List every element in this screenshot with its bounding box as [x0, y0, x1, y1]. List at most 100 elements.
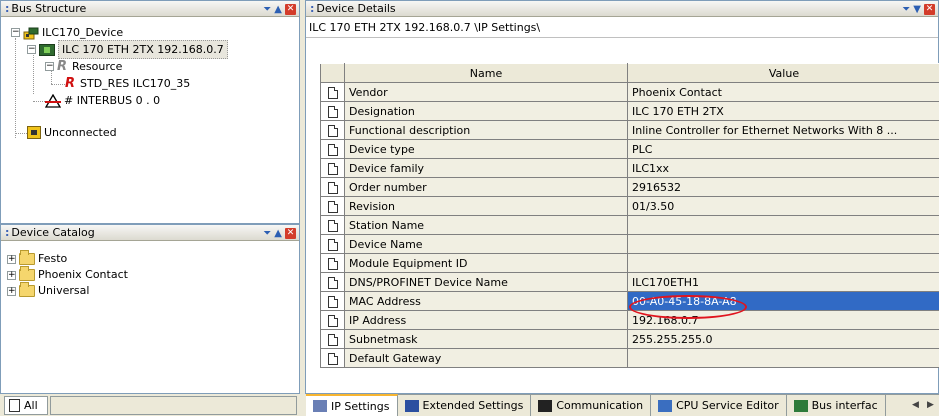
- tab-bus-interfac[interactable]: Bus interfac: [787, 395, 886, 416]
- collapse-icon[interactable]: −: [45, 62, 54, 71]
- table-row[interactable]: Functional description Inline Controller …: [320, 120, 939, 140]
- table-row[interactable]: Vendor Phoenix Contact: [320, 82, 939, 102]
- resource-icon: R: [57, 59, 68, 74]
- property-name: Device Name: [344, 234, 628, 254]
- device-details-title-bar: : Device Details ⏷ ▼ ✕: [306, 1, 938, 17]
- scroll-left-icon[interactable]: ◀: [909, 399, 922, 412]
- catalog-filter-field[interactable]: [50, 396, 297, 415]
- extended-settings-icon: [404, 399, 419, 412]
- property-value[interactable]: 255.255.255.0: [627, 329, 939, 349]
- catalog-item-festo[interactable]: + Festo: [7, 250, 67, 267]
- scroll-right-icon[interactable]: ▶: [924, 399, 937, 412]
- property-icon-cell: [320, 348, 345, 368]
- table-row[interactable]: IP Address 192.168.0.7: [320, 310, 939, 330]
- property-value[interactable]: ILC170ETH1: [627, 272, 939, 292]
- pin-icon[interactable]: ⏷: [263, 2, 271, 17]
- property-value[interactable]: 192.168.0.7: [627, 310, 939, 330]
- tree-item-label: STD_RES ILC170_35: [80, 77, 191, 90]
- document-icon: [327, 181, 338, 194]
- property-value[interactable]: [627, 234, 939, 254]
- tab-extended-settings[interactable]: Extended Settings: [398, 395, 532, 416]
- table-row[interactable]: Module Equipment ID: [320, 253, 939, 273]
- document-icon: [327, 162, 338, 175]
- table-row[interactable]: Station Name: [320, 215, 939, 235]
- collapse-icon[interactable]: −: [27, 45, 36, 54]
- catalog-item-universal[interactable]: + Universal: [7, 282, 89, 299]
- property-icon-cell: [320, 120, 345, 140]
- folder-icon: [19, 250, 35, 265]
- tree-item-controller[interactable]: − ILC 170 ETH 2TX 192.168.0.7: [27, 40, 228, 59]
- arrow-up-icon[interactable]: ▲: [274, 2, 282, 17]
- bus-structure-title-bar: : Bus Structure ⏷ ▲ ✕: [1, 1, 299, 17]
- table-row[interactable]: DNS/PROFINET Device Name ILC170ETH1: [320, 272, 939, 292]
- property-value[interactable]: [627, 215, 939, 235]
- value-column-header[interactable]: Value: [627, 63, 939, 83]
- property-value[interactable]: [627, 348, 939, 368]
- close-icon[interactable]: ✕: [285, 228, 296, 239]
- tab-label: IP Settings: [331, 399, 390, 413]
- property-value[interactable]: 01/3.50: [627, 196, 939, 216]
- expand-icon[interactable]: +: [7, 270, 16, 280]
- pin-icon[interactable]: ⏷: [263, 226, 271, 241]
- property-value[interactable]: Inline Controller for Ethernet Networks …: [627, 120, 939, 140]
- table-header-row: Name Value: [320, 63, 939, 83]
- arrow-up-icon[interactable]: ▲: [274, 226, 282, 241]
- property-value[interactable]: 2916532: [627, 177, 939, 197]
- table-row[interactable]: Subnetmask 255.255.255.0: [320, 329, 939, 349]
- tree-item-label: Unconnected: [44, 126, 117, 139]
- folder-icon: [19, 266, 35, 281]
- tree-item-unconnected[interactable]: Unconnected: [27, 124, 117, 141]
- catalog-item-phoenix[interactable]: + Phoenix Contact: [7, 266, 128, 283]
- close-icon[interactable]: ✕: [924, 4, 935, 15]
- document-icon: [327, 352, 338, 365]
- tab-all[interactable]: All: [4, 396, 48, 415]
- tab-cpu-service-editor[interactable]: CPU Service Editor: [651, 395, 787, 416]
- table-row[interactable]: Designation ILC 170 ETH 2TX: [320, 101, 939, 121]
- pin-icon[interactable]: ⏷: [902, 2, 910, 17]
- document-icon: [327, 314, 338, 327]
- table-row[interactable]: Device type PLC: [320, 139, 939, 159]
- table-row[interactable]: Order number 2916532: [320, 177, 939, 197]
- table-row[interactable]: Device family ILC1xx: [320, 158, 939, 178]
- tree-item-std-res[interactable]: R STD_RES ILC170_35: [65, 75, 190, 92]
- tree-item-label: Resource: [72, 60, 123, 73]
- property-value[interactable]: PLC: [627, 139, 939, 159]
- tab-label: Communication: [556, 399, 644, 412]
- table-row[interactable]: MAC Address 00-A0-45-18-8A-A8: [320, 291, 939, 311]
- tree-item-device[interactable]: − ILC170_Device: [11, 24, 123, 41]
- communication-icon: [538, 399, 553, 412]
- document-icon: [327, 105, 338, 118]
- table-row[interactable]: Device Name: [320, 234, 939, 254]
- expand-icon[interactable]: +: [7, 254, 16, 264]
- property-value[interactable]: [627, 253, 939, 273]
- property-icon-cell: [320, 158, 345, 178]
- collapse-icon[interactable]: −: [11, 28, 20, 37]
- property-value[interactable]: ILC 170 ETH 2TX: [627, 101, 939, 121]
- close-icon[interactable]: ✕: [285, 4, 296, 15]
- name-column-header[interactable]: Name: [344, 63, 628, 83]
- table-row[interactable]: Revision 01/3.50: [320, 196, 939, 216]
- property-name: Designation: [344, 101, 628, 121]
- bus-interface-icon: [793, 399, 808, 412]
- tree-item-interbus[interactable]: # INTERBUS 0 . 0: [44, 92, 160, 109]
- property-name: Subnetmask: [344, 329, 628, 349]
- property-value[interactable]: 00-A0-45-18-8A-A8: [627, 291, 939, 311]
- device-catalog-title: Device Catalog: [11, 226, 95, 239]
- property-icon-cell: [320, 253, 345, 273]
- document-icon: [327, 86, 338, 99]
- unconnected-icon: [27, 126, 41, 139]
- arrow-down-icon[interactable]: ▼: [913, 2, 921, 17]
- catalog-icon: [9, 399, 20, 412]
- property-value[interactable]: Phoenix Contact: [627, 82, 939, 102]
- property-name: Device family: [344, 158, 628, 178]
- tab-all-label: All: [24, 399, 38, 412]
- tab-ip-settings[interactable]: IP Settings: [306, 394, 398, 416]
- table-row[interactable]: Default Gateway: [320, 348, 939, 368]
- tree-item-resource[interactable]: − R Resource: [45, 58, 122, 75]
- property-table: Name Value Vendor Phoenix Contact Designat…: [320, 63, 939, 368]
- tab-label: CPU Service Editor: [676, 399, 779, 412]
- property-name: Vendor: [344, 82, 628, 102]
- tab-communication[interactable]: Communication: [531, 395, 652, 416]
- property-value[interactable]: ILC1xx: [627, 158, 939, 178]
- expand-icon[interactable]: +: [7, 286, 16, 296]
